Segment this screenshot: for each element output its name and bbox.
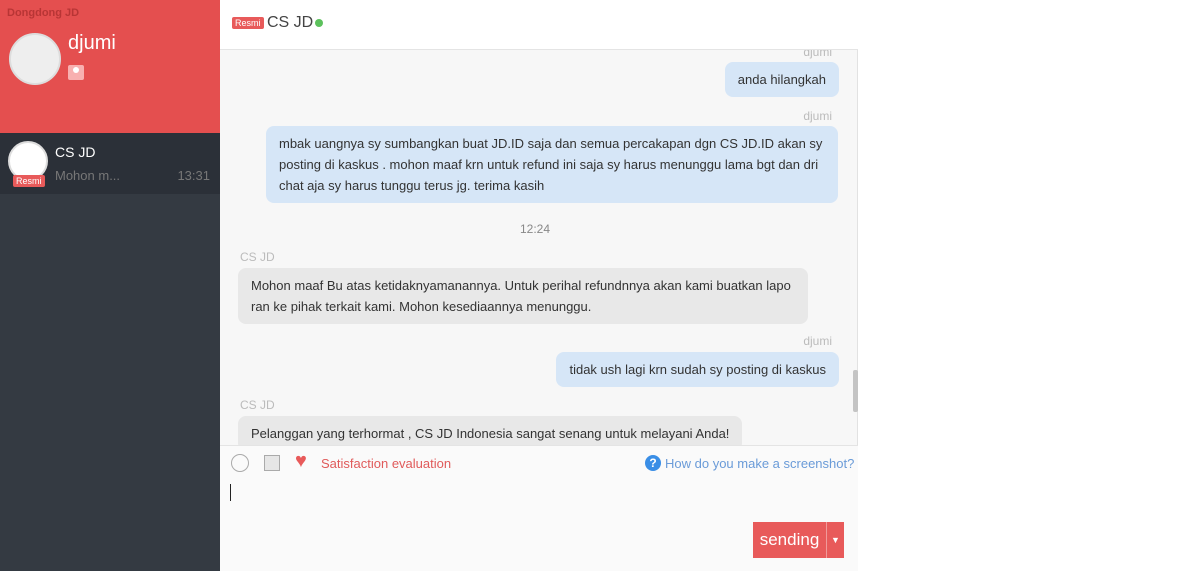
message-input[interactable] [230,484,840,514]
scrollbar[interactable] [853,370,858,412]
sender-label: djumi [803,109,832,123]
user-name: djumi [68,32,116,54]
sender-label: CS JD [240,398,275,412]
message-preview: Mohon m... [55,168,121,183]
message-list: djumi anda hilangkah djumi mbak uangnya … [220,50,858,445]
message-bubble: mbak uangnya sy sumbangkan buat JD.ID sa… [266,126,838,203]
send-button[interactable]: sending [753,522,827,558]
message-bubble: Pelanggan yang terhormat , CS JD Indones… [238,416,743,445]
sender-label: djumi [803,334,832,348]
profile-panel: Dongdong JD djumi [0,0,220,133]
avatar[interactable] [9,33,61,85]
screenshot-help-link[interactable]: How do you make a screenshot? [665,456,854,471]
conversation-item[interactable]: Resmi CS JD Mohon m... 13:31 [0,133,220,194]
contact-name: CS JD [55,144,96,160]
message-bubble: Mohon maaf Bu atas ketidaknyamanannya. U… [238,268,808,324]
message-bubble: tidak ush lagi krn sudah sy posting di k… [556,352,839,387]
satisfaction-evaluation-link[interactable]: Satisfaction evaluation [321,456,451,471]
online-status-icon [315,19,323,27]
sidebar: Dongdong JD djumi Resmi CS JD Mohon m...… [0,0,220,571]
chat-header: Resmi CS JD [220,0,858,50]
composer: ♥ Satisfaction evaluation ? How do you m… [220,445,858,571]
emoji-icon[interactable] [231,454,249,472]
user-icon[interactable] [68,65,84,80]
official-badge: Resmi [13,175,45,187]
message-bubble: anda hilangkah [724,62,839,97]
sender-label: CS JD [240,250,275,264]
image-icon[interactable] [264,455,280,471]
time-divider: 12:24 [520,222,551,236]
app-title: Dongdong JD [7,7,80,19]
message-time: 13:31 [177,168,210,183]
heart-icon[interactable]: ♥ [295,450,307,473]
chat-panel: Resmi CS JD djumi anda hilangkah djumi m… [220,0,858,571]
send-options-dropdown[interactable]: ▼ [827,522,844,558]
chat-title: CS JD [267,14,314,31]
official-badge: Resmi [232,17,264,29]
sender-label: djumi [803,50,832,59]
help-icon[interactable]: ? [645,455,661,471]
send-button-group: sending ▼ [753,522,844,558]
